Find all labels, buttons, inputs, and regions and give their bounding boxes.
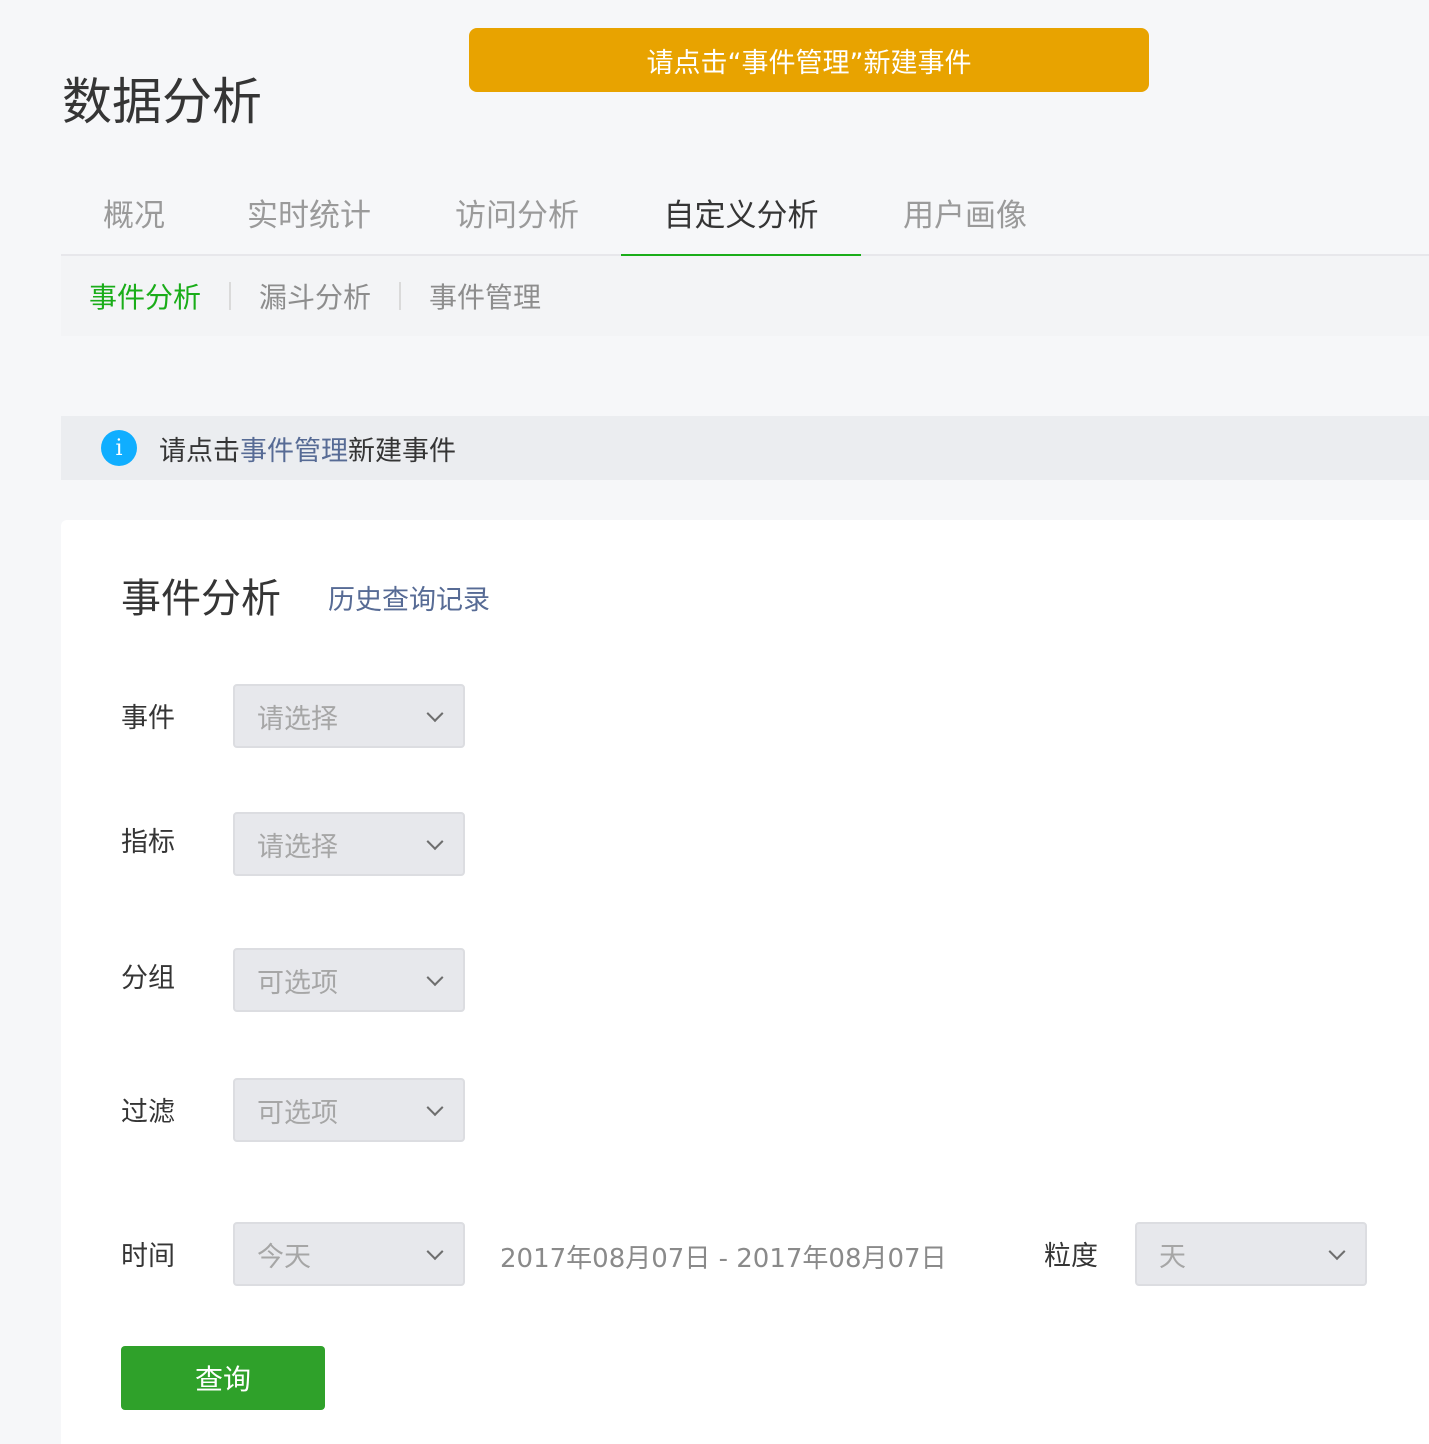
metric-select[interactable]: 请选择 (233, 812, 465, 876)
history-query-link[interactable]: 历史查询记录 (328, 578, 490, 617)
tab-overview[interactable]: 概况 (101, 168, 167, 256)
filter-select-placeholder: 可选项 (257, 1097, 338, 1129)
tab-realtime-stats[interactable]: 实时统计 (245, 168, 373, 256)
date-range-picker[interactable]: 2017年08月07日 - 2017年08月07日 (500, 1238, 947, 1275)
group-select-placeholder: 可选项 (257, 967, 338, 999)
group-label: 分组 (121, 963, 175, 994)
info-event-management-link[interactable]: 事件管理 (240, 429, 348, 468)
event-select[interactable]: 请选择 (233, 684, 465, 748)
granularity-select[interactable]: 天 (1135, 1222, 1367, 1286)
info-icon: i (101, 430, 137, 466)
query-button[interactable]: 查询 (121, 1346, 325, 1410)
page-title: 数据分析 (62, 73, 262, 131)
subnav-funnel-analysis[interactable]: 漏斗分析 (259, 276, 371, 316)
main-tabs: 概况 实时统计 访问分析 自定义分析 用户画像 (61, 168, 1429, 258)
event-label: 事件 (121, 703, 175, 734)
tab-custom-analysis[interactable]: 自定义分析 (621, 168, 861, 258)
chevron-down-icon (426, 1243, 444, 1261)
chevron-down-icon (426, 705, 444, 723)
card-title: 事件分析 (121, 576, 281, 622)
granularity-select-value: 天 (1159, 1241, 1186, 1273)
time-select-value: 今天 (257, 1241, 311, 1273)
toast-notice: 请点击“事件管理”新建事件 (469, 28, 1149, 92)
event-select-placeholder: 请选择 (257, 703, 338, 735)
tab-user-profile[interactable]: 用户画像 (901, 168, 1029, 256)
filter-select[interactable]: 可选项 (233, 1078, 465, 1142)
subnav-divider (229, 282, 232, 310)
subnav-event-analysis[interactable]: 事件分析 (89, 276, 201, 316)
group-select[interactable]: 可选项 (233, 948, 465, 1012)
time-select[interactable]: 今天 (233, 1222, 465, 1286)
granularity-label: 粒度 (1044, 1241, 1098, 1272)
chevron-down-icon (426, 833, 444, 851)
metric-label: 指标 (121, 827, 175, 858)
event-analysis-card: 事件分析 历史查询记录 事件 请选择 指标 请选择 分组 可选项 过滤 可选项 … (61, 520, 1429, 1444)
filter-label: 过滤 (121, 1097, 175, 1128)
info-banner: i 请点击 事件管理 新建事件 (61, 416, 1429, 480)
time-label: 时间 (121, 1241, 175, 1272)
info-suffix: 新建事件 (348, 435, 456, 467)
chevron-down-icon (426, 1099, 444, 1117)
chevron-down-icon (426, 969, 444, 987)
info-prefix: 请点击 (159, 435, 240, 467)
subnav-divider (399, 282, 402, 310)
chevron-down-icon (1328, 1243, 1346, 1261)
subnav-event-management[interactable]: 事件管理 (429, 276, 541, 316)
tab-visit-analysis[interactable]: 访问分析 (453, 168, 581, 256)
sub-navigation: 事件分析 漏斗分析 事件管理 (61, 256, 1429, 336)
metric-select-placeholder: 请选择 (257, 831, 338, 863)
